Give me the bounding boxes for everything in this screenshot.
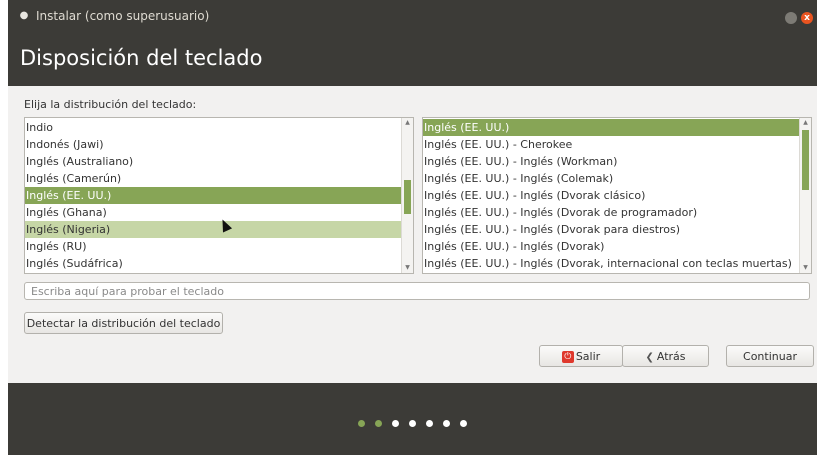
scroll-up-icon[interactable]: ▲ (800, 118, 811, 128)
back-button[interactable]: ❮ Atrás (622, 345, 709, 367)
list-item[interactable]: Inglés (EE. UU.) - Inglés (Workman) (423, 153, 799, 170)
variant-list[interactable]: ▲ ▼ Inglés (EE. UU.) Inglés (EE. UU.) - C… (422, 117, 812, 274)
progress-dot (358, 420, 365, 427)
installer-window: ● Instalar (como superusuario) x Disposi… (8, 0, 817, 455)
quit-button[interactable]: ⏻ Salir (539, 345, 623, 367)
back-label: Atrás (656, 350, 686, 363)
progress-dot (426, 420, 433, 427)
scroll-down-icon[interactable]: ▼ (402, 263, 413, 273)
list-item[interactable]: Indio (25, 119, 401, 136)
layout-list[interactable]: ▲ ▼ Indio Indonés (Jawi) Inglés (Australia… (24, 117, 414, 274)
scrollbar-thumb[interactable] (404, 180, 411, 214)
list-item[interactable]: Inglés (EE. UU.) - Cherokee (423, 136, 799, 153)
progress-dot (375, 420, 382, 427)
list-item[interactable]: Inglés (RU) (25, 238, 401, 255)
variant-list-scrollbar[interactable]: ▲ ▼ (799, 118, 811, 273)
progress-dot (392, 420, 399, 427)
progress-footer (8, 383, 817, 455)
list-item[interactable]: Inglés (EE. UU.) (423, 119, 799, 136)
chevron-left-icon: ❮ (645, 352, 654, 363)
close-icon[interactable]: x (801, 12, 813, 24)
list-item[interactable]: Inglés (EE. UU.) - Inglés (Colemak) (423, 170, 799, 187)
detect-layout-button[interactable]: Detectar la distribución del teclado (24, 312, 223, 334)
list-item[interactable]: Inglés (Ghana) (25, 204, 401, 221)
list-item[interactable]: Indonés (Jawi) (25, 136, 401, 153)
continue-button[interactable]: Continuar (726, 345, 814, 367)
list-item[interactable]: Inglés (EE. UU.) - Inglés (Dvorak clásic… (423, 187, 799, 204)
progress-dot (443, 420, 450, 427)
scrollbar-thumb[interactable] (802, 130, 809, 190)
list-item[interactable]: Inglés (EE. UU.) - Inglés (Dvorak) (423, 238, 799, 255)
page-title: Disposición del teclado (20, 46, 263, 70)
minimize-icon[interactable] (785, 12, 797, 24)
list-item[interactable]: Inglés (Sudáfrica) (25, 255, 401, 272)
list-item[interactable]: Inglés (Nigeria) (25, 221, 401, 238)
window-title: Instalar (como superusuario) (36, 9, 210, 23)
progress-dot (409, 420, 416, 427)
list-item[interactable]: Inglés (EE. UU.) - Inglés (Dvorak para d… (423, 221, 799, 238)
scroll-down-icon[interactable]: ▼ (800, 263, 811, 273)
progress-dots (8, 420, 817, 427)
quit-label: Salir (575, 350, 601, 363)
keyboard-test-input[interactable] (24, 282, 810, 300)
progress-dot (460, 420, 467, 427)
scroll-up-icon[interactable]: ▲ (402, 118, 413, 128)
app-menu-icon[interactable]: ● (18, 10, 30, 22)
list-item[interactable]: Inglés (Australiano) (25, 153, 401, 170)
layout-list-scrollbar[interactable]: ▲ ▼ (401, 118, 413, 273)
list-item[interactable]: Inglés (EE. UU.) - Inglés (Dvorak de pro… (423, 204, 799, 221)
quit-icon: ⏻ (561, 351, 574, 363)
list-item[interactable]: Inglés (EE. UU.) - Inglés (Dvorak, inter… (423, 255, 799, 272)
list-item[interactable]: Inglés (EE. UU.) (25, 187, 401, 204)
title-bar: ● Instalar (como superusuario) x (8, 0, 817, 34)
list-item[interactable]: Inglés (Camerún) (25, 170, 401, 187)
layout-prompt: Elija la distribución del teclado: (24, 98, 197, 111)
page-header: Disposición del teclado (8, 34, 817, 86)
